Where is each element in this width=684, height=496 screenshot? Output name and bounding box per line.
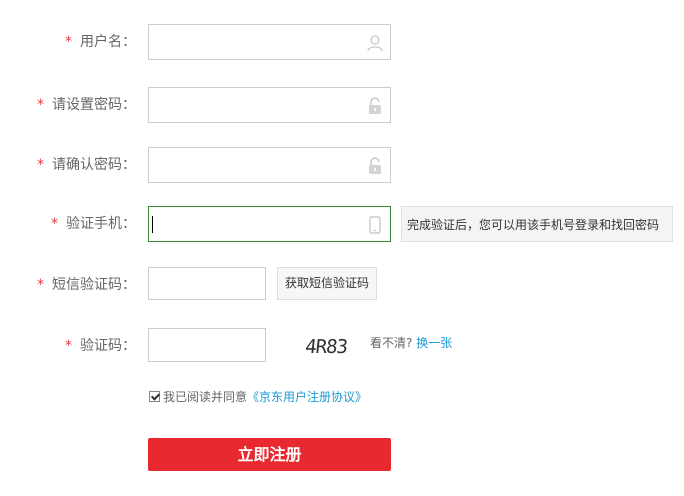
password-input[interactable] — [148, 87, 391, 123]
password-label: * 请设置密码： — [37, 97, 136, 113]
agreement-link[interactable]: 《京东用户注册协议》 — [247, 390, 367, 404]
captcha-row: * 验证码： 4R83 看不清? 换一张 — [0, 328, 684, 364]
captcha-tip: 看不清? 换一张 — [370, 336, 453, 350]
captcha-label: * 验证码： — [65, 338, 136, 354]
register-button[interactable]: 立即注册 — [148, 438, 391, 471]
lock-icon — [369, 157, 381, 174]
refresh-captcha-link[interactable]: 换一张 — [416, 336, 452, 350]
text-caret — [152, 216, 153, 233]
username-row: * 用户名： — [0, 24, 684, 60]
sms-code-row: * 短信验证码： 获取短信验证码 — [0, 267, 684, 303]
phone-input[interactable] — [148, 206, 391, 242]
captcha-image[interactable]: 4R83 — [304, 330, 352, 360]
svg-text:4R83: 4R83 — [304, 336, 349, 358]
required-mark: * — [37, 157, 44, 173]
user-icon — [367, 35, 383, 52]
username-input[interactable] — [148, 24, 391, 60]
agreement-checkbox[interactable] — [149, 391, 160, 402]
required-mark: * — [51, 216, 58, 232]
username-label: * 用户名： — [65, 34, 136, 50]
phone-hint: 完成验证后，您可以用该手机号登录和找回密码 — [401, 206, 673, 242]
get-sms-code-button[interactable]: 获取短信验证码 — [277, 267, 377, 300]
confirm-password-row: * 请确认密码： — [0, 147, 684, 183]
required-mark: * — [37, 97, 44, 113]
phone-icon — [369, 216, 381, 234]
required-mark: * — [37, 277, 44, 293]
phone-row: * 验证手机： 完成验证后，您可以用该手机号登录和找回密码 — [0, 206, 684, 242]
agreement-text: 我已阅读并同意 — [163, 390, 248, 404]
lock-icon — [369, 97, 381, 114]
agreement-row: 我已阅读并同意《京东用户注册协议》 — [149, 388, 367, 406]
password-row: * 请设置密码： — [0, 87, 684, 123]
phone-label: * 验证手机： — [51, 216, 136, 232]
sms-code-input[interactable] — [148, 267, 266, 300]
required-mark: * — [65, 338, 72, 354]
captcha-input[interactable] — [148, 328, 266, 362]
confirm-password-label: * 请确认密码： — [37, 157, 136, 173]
confirm-password-input[interactable] — [148, 147, 391, 183]
sms-code-label: * 短信验证码： — [37, 277, 136, 293]
required-mark: * — [65, 34, 72, 50]
